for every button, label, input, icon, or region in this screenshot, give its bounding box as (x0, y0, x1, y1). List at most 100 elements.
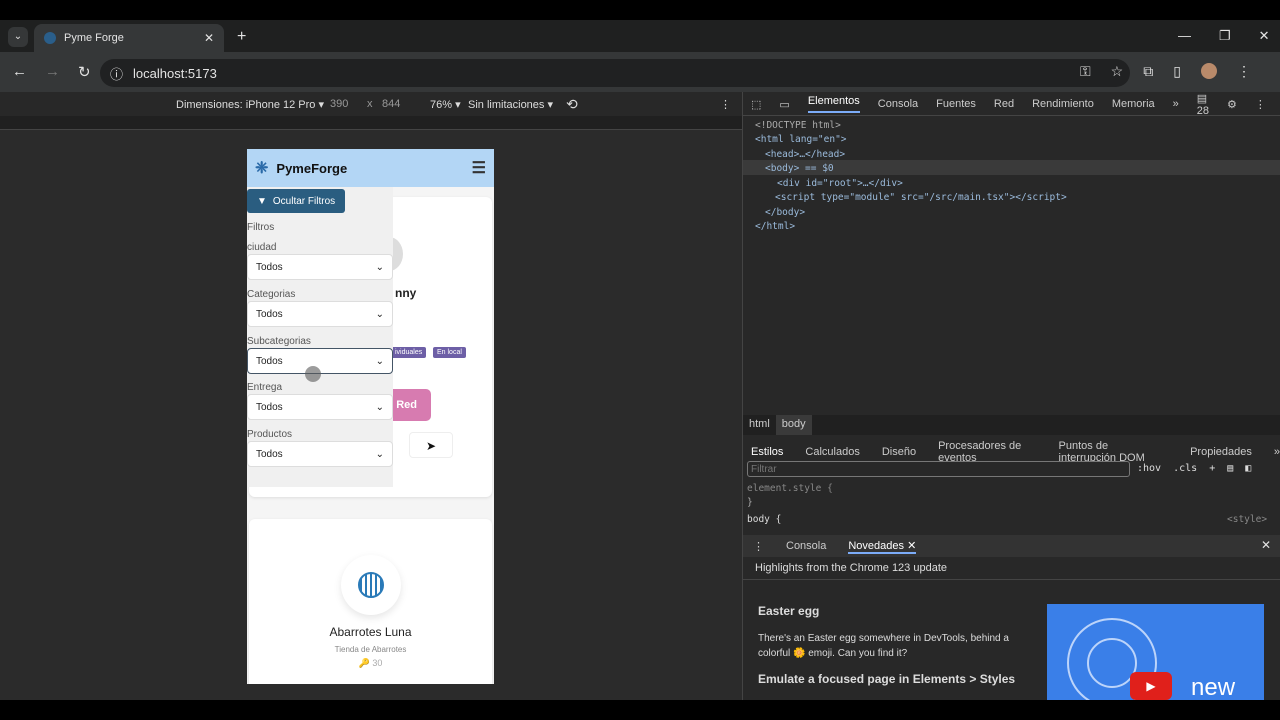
tab-elements[interactable]: Elementos (807, 95, 860, 113)
drawer-tab-console[interactable]: Consola (786, 540, 826, 552)
select-value: Todos (256, 308, 283, 320)
dom-node[interactable]: </body> (765, 207, 805, 218)
sidebar-toggle-icon[interactable]: ◧ (1245, 463, 1251, 474)
devtools-panel: ⬚ ▭ Elementos Consola Fuentes Red Rendimi… (742, 92, 1280, 700)
breadcrumb-html[interactable]: html (743, 415, 776, 435)
password-key-icon[interactable]: ⚿ (1080, 63, 1091, 80)
dimension-separator: x (367, 98, 373, 110)
highlight-title[interactable]: Emulate a focused page in Elements > Sty… (758, 672, 1015, 686)
bookmark-star-icon[interactable]: ☆ (1111, 63, 1124, 80)
key-icon: 🔑 (358, 658, 370, 668)
dom-node[interactable]: <head>…</head> (765, 149, 845, 160)
tab-search-icon[interactable]: ⌄ (8, 27, 28, 47)
style-rule[interactable]: body { (747, 514, 781, 525)
drawer-tab-whats-new[interactable]: Novedades ✕ (848, 539, 917, 554)
zoom-select[interactable]: 76% ▾ (430, 98, 461, 111)
logo-icon: ❈ (255, 160, 269, 177)
hov-toggle[interactable]: :hov (1137, 463, 1161, 474)
issues-badge[interactable]: ▤ 28 (1197, 92, 1209, 117)
address-bar[interactable]: ⓘ localhost:5173 (100, 59, 1130, 87)
device-select[interactable]: Dimensiones: iPhone 12 Pro ▾ (176, 98, 324, 111)
tab-performance[interactable]: Rendimiento (1032, 98, 1094, 110)
extensions-icon[interactable]: ⧉ (1143, 63, 1153, 80)
tab-network[interactable]: Red (994, 98, 1014, 110)
filter-icon: ▼ (257, 195, 267, 207)
hamburger-menu-icon[interactable]: ☰ (472, 158, 486, 178)
favicon-icon (44, 32, 56, 44)
chevron-down-icon: ⌄ (375, 401, 384, 413)
dom-node[interactable]: <script type="module" src="/src/main.tsx… (775, 192, 1067, 203)
device-mode-icon[interactable]: ▭ (779, 98, 789, 111)
devtools-menu-icon[interactable]: ⋮ (1255, 98, 1266, 111)
brand-name[interactable]: PymeForge (276, 161, 463, 176)
settings-icon[interactable]: ⚙ (1227, 98, 1237, 111)
menu-icon[interactable]: ⋮ (1237, 63, 1251, 80)
touch-cursor (305, 366, 321, 382)
business-card[interactable]: Abarrotes Luna Tienda de Abarrotes 🔑 30 (249, 519, 492, 684)
tab-sources[interactable]: Fuentes (936, 98, 976, 110)
play-icon[interactable]: ▶ (1130, 672, 1172, 700)
browser-tab[interactable]: Pyme Forge ✕ (34, 24, 224, 52)
sidepanel-icon[interactable]: ▯ (1173, 63, 1181, 80)
close-tab-icon[interactable]: ✕ (204, 31, 214, 45)
delivery-select[interactable]: Todos ⌄ (247, 394, 393, 420)
dom-node-selected[interactable]: <body> == $0 (765, 163, 834, 174)
filter-label: Subcategorias (247, 336, 311, 347)
more-tabs-icon[interactable]: » (1274, 446, 1280, 458)
tab-computed[interactable]: Calculados (805, 446, 859, 458)
tag-badge: ividuales (391, 347, 427, 358)
chevron-down-icon: ⌄ (375, 261, 384, 273)
city-select[interactable]: Todos ⌄ (247, 254, 393, 280)
throttle-select[interactable]: Sin limitaciones ▾ (468, 98, 553, 111)
dom-node[interactable]: <!DOCTYPE html> (755, 120, 841, 131)
business-name: nny (395, 286, 417, 300)
width-input[interactable]: 390 (330, 98, 348, 110)
style-source-link[interactable]: <style> (1227, 514, 1267, 525)
tab-memory[interactable]: Memoria (1112, 98, 1155, 110)
style-rule[interactable]: element.style { (747, 483, 833, 494)
whats-new-video-thumbnail[interactable]: ▶ new (1047, 604, 1264, 700)
forward-icon[interactable]: → (45, 63, 60, 81)
site-info-icon[interactable]: ⓘ (110, 64, 123, 83)
device-more-icon[interactable]: ⋮ (720, 98, 731, 111)
avatar[interactable] (1200, 63, 1217, 79)
height-input[interactable]: 844 (382, 98, 400, 110)
minimize-icon[interactable]: — (1178, 28, 1191, 44)
store-icon (358, 572, 384, 598)
inspect-icon[interactable]: ⬚ (751, 98, 761, 111)
select-value: Todos (256, 355, 283, 367)
dom-node[interactable]: <html lang="en"> (755, 134, 847, 145)
more-tabs-icon[interactable]: » (1173, 98, 1179, 110)
media-query-ruler[interactable] (0, 116, 742, 130)
business-name: Abarrotes Luna (329, 625, 412, 639)
telegram-icon[interactable]: ➤ (409, 432, 453, 458)
new-tab-icon[interactable]: + (237, 28, 246, 46)
highlight-title[interactable]: Easter egg (758, 604, 819, 618)
tab-title: Pyme Forge (64, 32, 124, 44)
tab-properties[interactable]: Propiedades (1190, 446, 1252, 458)
tab-styles[interactable]: Estilos (751, 446, 783, 458)
video-label: new (1191, 674, 1236, 700)
tab-console[interactable]: Consola (878, 98, 918, 110)
close-window-icon[interactable]: ✕ (1259, 28, 1270, 44)
tab-layout[interactable]: Diseño (882, 446, 916, 458)
chevron-down-icon: ⌄ (375, 448, 384, 460)
restore-icon[interactable]: ❐ (1219, 28, 1231, 44)
dom-node[interactable]: <div id="root">…</div> (777, 178, 903, 189)
cls-toggle[interactable]: .cls (1173, 463, 1197, 474)
new-rule-icon[interactable]: + (1209, 463, 1215, 474)
products-select[interactable]: Todos ⌄ (247, 441, 393, 467)
back-icon[interactable]: ← (12, 63, 27, 81)
rotate-icon[interactable]: ⟲ (566, 96, 578, 113)
styles-filter-input[interactable] (747, 461, 1130, 477)
filters-panel: ▼ Ocultar Filtros Filtros ciudad Todos ⌄ C… (247, 187, 393, 487)
highlight-text: There's an Easter egg somewhere in DevTo… (758, 633, 1009, 659)
reload-icon[interactable]: ↻ (78, 63, 91, 81)
breadcrumb-body[interactable]: body (775, 415, 812, 435)
category-select[interactable]: Todos ⌄ (247, 301, 393, 327)
dom-node[interactable]: </html> (755, 221, 795, 232)
paint-icon[interactable]: ▤ (1227, 463, 1233, 474)
close-drawer-icon[interactable]: ✕ (1261, 538, 1271, 552)
drawer-menu-icon[interactable]: ⋮ (753, 540, 764, 553)
toggle-filters-button[interactable]: ▼ Ocultar Filtros (247, 189, 345, 213)
